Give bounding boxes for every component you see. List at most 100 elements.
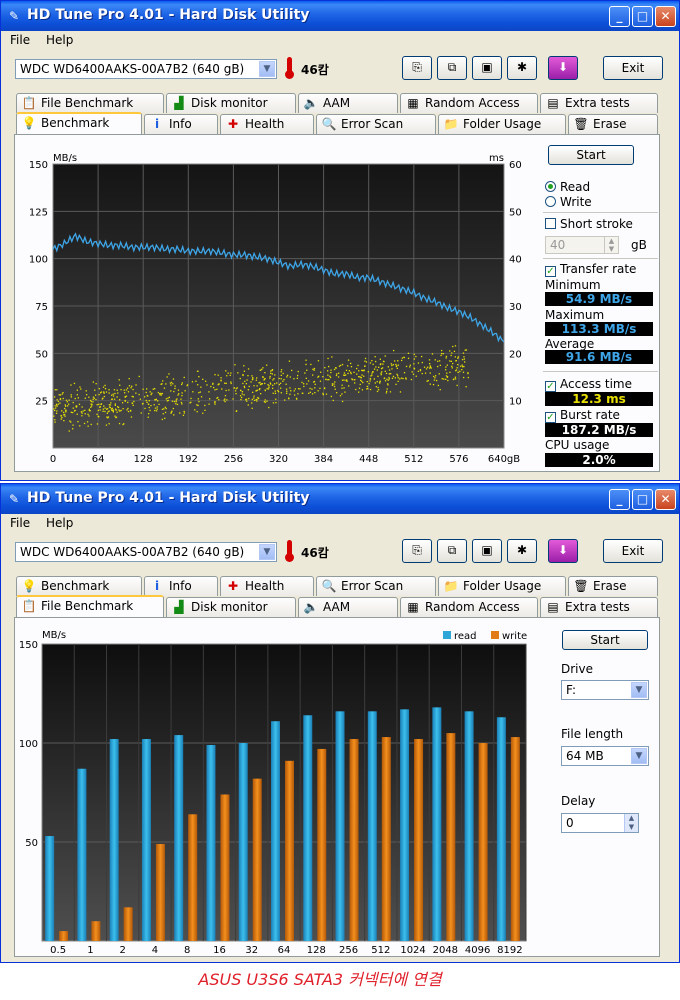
menu-file[interactable]: File: [10, 516, 30, 530]
access-time-point: [103, 392, 105, 394]
access-time-point: [125, 395, 128, 397]
options-button[interactable]: ✱: [507, 539, 537, 563]
access-time-point: [421, 372, 423, 375]
close-button[interactable]: ✕: [655, 489, 676, 510]
write-radio[interactable]: Write: [545, 195, 592, 209]
exit-button[interactable]: Exit: [603, 539, 663, 563]
menu-help[interactable]: Help: [46, 33, 73, 47]
access-time-point: [92, 401, 94, 403]
drive-combo[interactable]: F: ▼: [561, 680, 649, 700]
title-bar[interactable]: ✎ HD Tune Pro 4.01 - Hard Disk Utility _…: [1, 484, 679, 514]
access-time-point: [441, 378, 443, 380]
access-time-point: [350, 366, 353, 368]
tab-disk-monitor[interactable]: ▟ Disk monitor: [166, 597, 296, 617]
access-time-point: [166, 400, 168, 402]
tab-disk-monitor[interactable]: ▟ Disk monitor: [166, 93, 296, 113]
start-button[interactable]: Start: [548, 145, 634, 165]
tab-benchmark[interactable]: 💡 Benchmark: [16, 576, 142, 596]
access-time-point: [407, 357, 410, 359]
copy-info-button[interactable]: ⎘: [402, 539, 432, 563]
menu-help[interactable]: Help: [46, 516, 73, 530]
x-tick-label: 8: [184, 945, 190, 956]
exit-button[interactable]: Exit: [603, 56, 663, 80]
access-time-checkbox[interactable]: ✓ Access time: [545, 377, 632, 392]
maximize-button[interactable]: □: [632, 6, 653, 27]
drive-select[interactable]: WDC WD6400AAKS-00A7B2 (640 gB) ▼: [15, 59, 277, 79]
tab-aam[interactable]: 🔈 AAM: [298, 93, 398, 113]
tab-health[interactable]: ✚ Health: [220, 114, 314, 134]
copy-info-button[interactable]: ⎘: [402, 56, 432, 80]
maximize-button[interactable]: □: [632, 489, 653, 510]
access-time-point: [306, 383, 308, 385]
access-time-point: [451, 352, 453, 354]
start-button[interactable]: Start: [562, 630, 648, 650]
tab-file-benchmark[interactable]: 📋 File Benchmark: [16, 595, 164, 617]
transfer-rate-checkbox[interactable]: ✓ Transfer rate: [545, 262, 636, 277]
tab-benchmark[interactable]: 💡 Benchmark: [16, 112, 142, 134]
y-tick-label: 150: [19, 640, 38, 651]
access-time-point: [302, 392, 304, 394]
access-time-point: [264, 389, 266, 392]
access-time-point: [183, 412, 185, 414]
access-time-point: [246, 400, 248, 402]
tab-random-access[interactable]: ▦ Random Access: [400, 93, 538, 113]
spin-arrows-icon[interactable]: ▲ ▼: [604, 237, 618, 253]
access-time-point: [181, 403, 183, 405]
short-stroke-input[interactable]: 40 ▲ ▼: [545, 236, 619, 254]
spin-arrows-icon[interactable]: ▲ ▼: [624, 814, 638, 832]
tab-random-access[interactable]: ▦ Random Access: [400, 597, 538, 617]
download-button[interactable]: ⬇: [548, 56, 578, 80]
minimize-button[interactable]: _: [609, 489, 630, 510]
access-time-point: [98, 393, 100, 396]
access-time-point: [64, 407, 66, 410]
access-time-point: [297, 374, 299, 377]
minimum-label: Minimum: [545, 278, 601, 292]
tab-info[interactable]: i Info: [144, 114, 218, 134]
download-button[interactable]: ⬇: [548, 539, 578, 563]
tab-error-scan[interactable]: 🔍 Error Scan: [316, 576, 436, 596]
options-button[interactable]: ✱: [507, 56, 537, 80]
read-radio[interactable]: Read: [545, 180, 590, 194]
title-bar[interactable]: ✎ HD Tune Pro 4.01 - Hard Disk Utility _…: [1, 1, 679, 31]
copy-all-button[interactable]: ⧉: [437, 56, 467, 80]
tab-extra-tests[interactable]: ▤ Extra tests: [540, 597, 658, 617]
access-time-point: [144, 396, 146, 398]
tab-health[interactable]: ✚ Health: [220, 576, 314, 596]
access-time-point: [103, 395, 105, 398]
chevron-down-icon[interactable]: ▼: [631, 748, 647, 764]
tab-extra-tests[interactable]: ▤ Extra tests: [540, 93, 658, 113]
delay-input[interactable]: 0 ▲ ▼: [561, 813, 639, 833]
close-button[interactable]: ✕: [655, 6, 676, 27]
write-bar: [123, 907, 133, 941]
access-time-point: [147, 416, 149, 418]
chevron-down-icon[interactable]: ▼: [259, 61, 275, 77]
tab-erase[interactable]: 🗑 Erase: [568, 576, 658, 596]
tab-aam[interactable]: 🔈 AAM: [298, 597, 398, 617]
tab-erase[interactable]: 🗑 Erase: [568, 114, 658, 134]
chevron-down-icon[interactable]: ▼: [259, 544, 275, 560]
tab-error-scan[interactable]: 🔍 Error Scan: [316, 114, 436, 134]
tab-folder-usage[interactable]: 📁 Folder Usage: [438, 114, 566, 134]
access-time-point: [135, 392, 137, 394]
access-time-point: [99, 406, 101, 408]
read-bar: [303, 715, 313, 941]
access-time-point: [243, 386, 246, 389]
access-time-point: [450, 360, 452, 362]
chevron-down-icon[interactable]: ▼: [631, 682, 647, 698]
access-time-point: [446, 372, 448, 374]
minimize-button[interactable]: _: [609, 6, 630, 27]
save-button[interactable]: ▣: [472, 56, 502, 80]
menu-file[interactable]: File: [10, 33, 30, 47]
access-time-point: [268, 406, 270, 409]
drive-select[interactable]: WDC WD6400AAKS-00A7B2 (640 gB) ▼: [15, 542, 277, 562]
access-time-point: [154, 409, 156, 412]
y2-tick-label: 50: [509, 207, 522, 218]
file-length-combo[interactable]: 64 MB ▼: [561, 746, 649, 766]
tab-info[interactable]: i Info: [144, 576, 218, 596]
tab-folder-usage[interactable]: 📁 Folder Usage: [438, 576, 566, 596]
burst-rate-checkbox[interactable]: ✓ Burst rate: [545, 408, 620, 423]
save-button[interactable]: ▣: [472, 539, 502, 563]
short-stroke-checkbox[interactable]: Short stroke: [545, 217, 633, 231]
tab-file-benchmark[interactable]: 📋 File Benchmark: [16, 93, 164, 113]
copy-all-button[interactable]: ⧉: [437, 539, 467, 563]
